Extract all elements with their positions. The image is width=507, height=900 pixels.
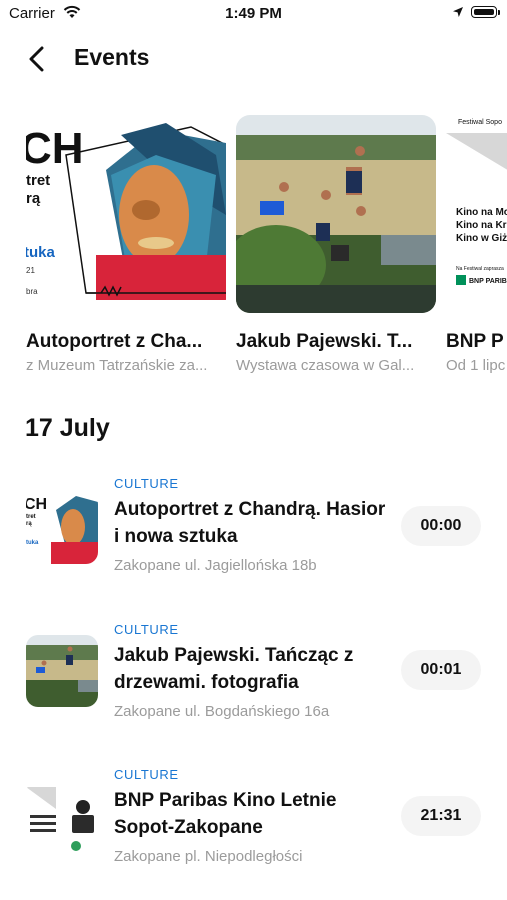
event-time-badge: 00:01 xyxy=(401,650,481,690)
featured-card[interactable]: CH tret rą tuka 21 bra Autoportret z Cha… xyxy=(26,115,226,374)
event-row[interactable]: CULTURE BNP Paribas Kino Letnie Sopot-Za… xyxy=(0,761,507,881)
event-title: BNP Paribas Kino Letnie Sopot-Zakopane xyxy=(114,790,337,838)
poster-text-1: tret xyxy=(26,172,50,189)
thumb-art-text: rą xyxy=(26,521,32,527)
date-heading: 17 July xyxy=(25,414,110,442)
location-arrow-icon xyxy=(453,7,463,17)
page-title: Events xyxy=(74,44,150,70)
event-time-badge: 00:00 xyxy=(401,506,481,546)
featured-card-subtitle: z Muzeum Tatrzańskie za... xyxy=(26,357,208,374)
event-title: Jakub Pajewski. Tańcząc z drzewami. foto… xyxy=(114,645,354,693)
poster-text-5: bra xyxy=(26,287,38,296)
event-thumbnail-icon xyxy=(26,635,98,707)
event-row[interactable]: CH tret rą tuka CULTURE Autoportret z Ch… xyxy=(0,470,507,590)
event-location: Zakopane ul. Bogdańskiego 16a xyxy=(114,703,330,720)
clock: 1:49 PM xyxy=(225,5,282,22)
event-location: Zakopane ul. Jagiellońska 18b xyxy=(114,557,317,574)
poster-text-4: 21 xyxy=(26,266,35,275)
poster-brand: BNP PARIB xyxy=(469,278,507,285)
battery-icon xyxy=(471,6,497,18)
poster-art-icon: CH tret rą tuka 21 bra xyxy=(26,115,226,313)
featured-card-title: BNP P xyxy=(446,331,504,352)
event-row[interactable]: CULTURE Jakub Pajewski. Tańcząc z drzewa… xyxy=(0,616,507,736)
poster-text-2: rą xyxy=(26,190,41,207)
event-thumbnail-icon: CH tret rą tuka xyxy=(26,492,98,564)
event-time-badge: 21:31 xyxy=(401,796,481,836)
battery-nub xyxy=(498,10,500,15)
featured-card-title: Jakub Pajewski. T... xyxy=(236,331,413,352)
thumb-art-text: tret xyxy=(26,514,36,520)
poster-big-text: CH xyxy=(26,124,84,173)
poster-text-3: tuka xyxy=(26,244,56,261)
event-title: Autoportret z Chandrą. Hasior i nowa szt… xyxy=(114,499,386,547)
featured-card[interactable]: Festiwal Sopo Kino na Mol Kino na Krup K… xyxy=(446,115,507,374)
poster-line-2: Kino na Krup xyxy=(456,220,507,231)
featured-card-subtitle: Od 1 lipc xyxy=(446,357,506,374)
event-category: CULTURE xyxy=(114,622,179,637)
poster-line-1: Kino na Mol xyxy=(456,207,507,218)
photo-icon xyxy=(236,115,436,313)
thumb-art-text: tuka xyxy=(26,540,39,546)
back-chevron-icon[interactable] xyxy=(26,46,50,72)
poster-line-3: Kino w Giży xyxy=(456,233,507,244)
event-category: CULTURE xyxy=(114,476,179,491)
status-bar: Carrier 1:49 PM xyxy=(0,0,507,30)
poster-top-text: Festiwal Sopo xyxy=(458,119,502,126)
event-thumbnail-icon xyxy=(26,781,98,853)
event-category: CULTURE xyxy=(114,767,179,782)
featured-card-title: Autoportret z Cha... xyxy=(26,331,203,352)
featured-card[interactable]: Jakub Pajewski. T... Wystawa czasowa w G… xyxy=(236,115,436,374)
thumb-art-text: CH xyxy=(26,496,47,513)
poster-small-text: Na Festiwal zaprasza xyxy=(456,266,504,272)
poster-icon: Festiwal Sopo Kino na Mol Kino na Krup K… xyxy=(446,115,507,313)
event-location: Zakopane pl. Niepodległości xyxy=(114,848,303,865)
featured-carousel[interactable]: CH tret rą tuka 21 bra Autoportret z Cha… xyxy=(0,115,507,380)
featured-card-subtitle: Wystawa czasowa w Gal... xyxy=(236,357,415,374)
